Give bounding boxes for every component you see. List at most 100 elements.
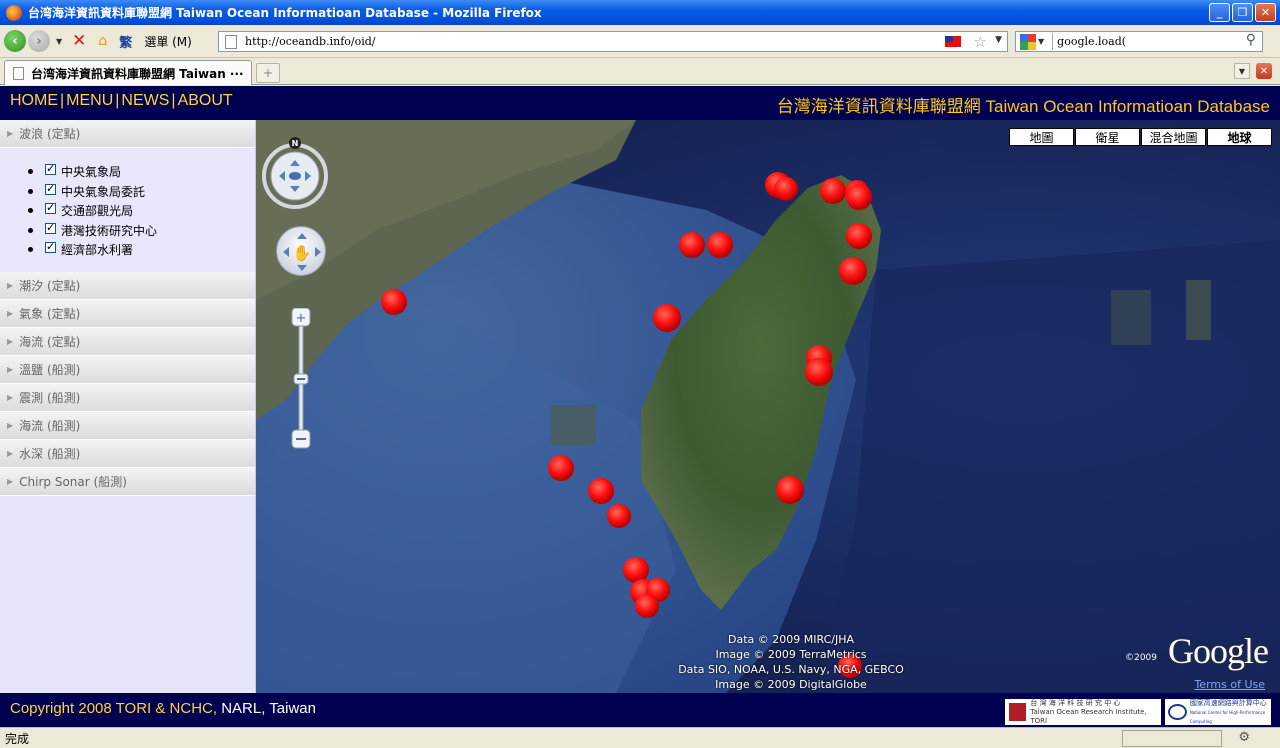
window-titlebar: 台湾海洋資訊資料庫聯盟網 Taiwan Ocean Informatioan D… [0,0,1280,25]
station-marker[interactable] [846,184,872,210]
attribution-line: Data SIO, NOAA, U.S. Navy, NGA, GEBCO [678,663,904,676]
history-dropdown-icon[interactable]: ▼ [56,37,62,46]
status-panel [1122,730,1222,747]
station-marker[interactable] [805,358,833,386]
section-title: 波浪 (定點) [19,127,81,141]
station-marker[interactable] [679,232,705,258]
addon-icon[interactable]: ⚙ [1238,730,1250,745]
layer-item[interactable]: 中央氣象局委託 [28,182,255,202]
station-marker[interactable] [607,504,631,528]
map-type-earth[interactable]: 地球 [1207,128,1272,146]
bullet [28,208,33,214]
zoom-slider[interactable]: + [291,308,311,453]
layer-checkbox[interactable] [45,201,56,215]
section-header-current-fixed[interactable]: ▶ 海流 (定點) [0,327,255,356]
url-dropdown-icon[interactable]: ▼ [995,35,1002,45]
map-type-switcher: 地圖 衛星 混合地圖 地球 [1009,128,1272,146]
search-engine-dropdown-icon[interactable]: ▼ [1038,37,1044,46]
station-marker[interactable] [774,177,798,201]
layer-item[interactable]: 經濟部水利署 [28,240,255,260]
close-tab-button[interactable]: ✕ [1256,63,1272,79]
section-header-depth[interactable]: ▶ 水深 (船測) [0,439,255,468]
window-controls: _ ❐ ✕ [1209,3,1276,22]
section-header-current-ship[interactable]: ▶ 海流 (船測) [0,411,255,440]
nav-news-link[interactable]: NEWS [121,92,169,109]
layer-item[interactable]: 港灣技術研究中心 [28,221,255,241]
tab-active[interactable]: 台湾海洋資訊資料庫聯盟網 Taiwan ··· [4,60,252,85]
pan-control[interactable]: ✋ [276,226,326,276]
layer-item[interactable]: 交通部觀光局 [28,201,255,221]
station-marker[interactable] [381,289,407,315]
url-bar[interactable]: http://oceandb.info/oid/ ☆ ▼ [218,31,1008,52]
expand-triangle-icon: ▶ [7,448,14,458]
map-type-hybrid[interactable]: 混合地圖 [1141,128,1206,146]
layer-sidebar: ▶ 波浪 (定點) 中央氣象局 中央氣象局委託 交通部觀光局 港灣技術研究中心 … [0,120,256,693]
google-search-engine-icon[interactable] [1020,33,1036,50]
look-control[interactable]: N [262,134,328,210]
stop-button[interactable]: ✕ [72,31,86,51]
nav-home-link[interactable]: HOME [10,92,58,109]
nav-about-link[interactable]: ABOUT [178,92,233,109]
bullet [28,169,33,175]
section-header-weather[interactable]: ▶ 氣象 (定點) [0,299,255,328]
nav-menu-link[interactable]: MENU [66,92,113,109]
close-window-button[interactable]: ✕ [1255,3,1276,22]
station-marker[interactable] [707,232,733,258]
section-title: 氣象 (定點) [19,306,81,321]
station-marker[interactable] [588,478,614,504]
tab-bar: 台湾海洋資訊資料庫聯盟網 Taiwan ··· + ▼ ✕ [0,58,1280,85]
home-button[interactable]: ⌂ [98,33,107,49]
layer-label: 中央氣象局委託 [61,184,146,199]
status-bar: 完成 ⚙ [0,727,1280,748]
site-header: HOME | MENU | NEWS | ABOUT 台灣海洋資訊資料庫聯盟網 Taiwan… [0,86,1280,120]
expand-triangle-icon: ▶ [7,308,14,318]
layer-checkbox[interactable] [45,182,56,195]
nchc-logo[interactable]: 國家高速網路與計算中心 National Center for High-Per… [1165,699,1271,725]
maximize-button[interactable]: ❐ [1232,3,1253,22]
search-input[interactable]: google.load( [1057,35,1126,48]
back-button[interactable]: ‹ [4,30,26,52]
station-marker[interactable] [839,257,867,285]
station-marker[interactable] [776,476,804,504]
google-copyright: ©2009 [1125,653,1157,663]
station-marker[interactable] [548,455,574,481]
map-type-satellite[interactable]: 衛星 [1075,128,1140,146]
station-marker[interactable] [820,178,846,204]
bookmark-star-icon[interactable]: ☆ [974,33,987,51]
station-marker[interactable] [846,223,872,249]
section-title: 溫鹽 (船測) [19,362,81,377]
taiwan-flag-icon[interactable] [945,36,961,47]
satellite-map[interactable]: N ✋ + 地圖 衛星 混合地圖 地球 Data © 2009 MIRC/JHA… [256,120,1280,693]
section-header-tide[interactable]: ▶ 潮汐 (定點) [0,271,255,300]
expand-triangle-icon: ▶ [7,129,14,138]
layer-checkbox[interactable] [45,221,56,234]
expand-triangle-icon: ▶ [7,336,14,346]
section-header-temp-salinity[interactable]: ▶ 溫鹽 (船測) [0,355,255,384]
tab-list-dropdown-icon[interactable]: ▼ [1234,63,1250,79]
terms-of-use-link[interactable]: Terms of Use [1194,678,1265,691]
section-header-seismic[interactable]: ▶ 震測 (船測) [0,383,255,412]
layer-checkbox[interactable] [45,240,56,254]
new-tab-button[interactable]: + [256,63,280,83]
station-marker[interactable] [653,304,681,332]
search-bar[interactable]: ▼ google.load( ⚲ [1015,31,1263,52]
magnifier-icon[interactable]: ⚲ [1246,32,1256,48]
search-separator [1052,33,1054,50]
tori-logo[interactable]: 台 灣 海 洋 科 技 研 究 中 心 Taiwan Ocean Researc… [1005,699,1161,725]
google-logo[interactable]: Google [1168,630,1269,672]
attribution-line: Image © 2009 TerraMetrics [715,648,867,661]
input-method-icon[interactable]: 繁 [119,32,132,51]
map-type-map[interactable]: 地圖 [1009,128,1074,146]
forward-button[interactable]: › [28,30,50,52]
ryukyu-islands [1186,280,1211,340]
site-title: 台灣海洋資訊資料庫聯盟網 Taiwan Ocean Informatioan D… [777,92,1270,117]
layer-item[interactable]: 中央氣象局 [28,162,255,182]
section-header-chirp-sonar[interactable]: ▶ Chirp Sonar (船測) [0,467,255,496]
station-marker[interactable] [623,557,649,583]
url-text[interactable]: http://oceandb.info/oid/ [245,35,376,48]
layer-checkbox[interactable] [45,162,56,176]
minimize-button[interactable]: _ [1209,3,1230,22]
menu-button[interactable]: 選單 (M) [144,33,192,50]
station-marker[interactable] [635,594,659,618]
section-header-wave[interactable]: ▶ 波浪 (定點) [0,120,255,148]
